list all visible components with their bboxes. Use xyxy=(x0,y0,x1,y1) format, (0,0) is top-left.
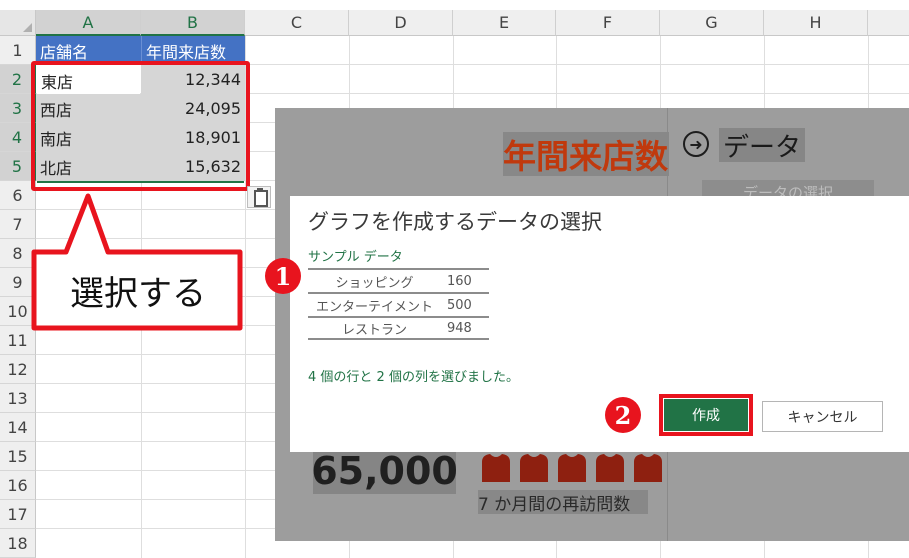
person-icon xyxy=(630,452,666,482)
person-icon xyxy=(554,452,590,482)
column-header-c[interactable]: C xyxy=(245,10,349,36)
sample-row-value: 948 xyxy=(447,320,472,336)
sample-row-label: レストラン xyxy=(341,322,407,338)
row-header-9[interactable]: 9 xyxy=(0,268,36,297)
selection-border xyxy=(37,181,244,183)
quick-analysis-icon[interactable] xyxy=(247,186,271,208)
step-1-marker: 1 xyxy=(265,258,301,294)
sample-row-label: エンターテイメント xyxy=(315,299,433,315)
sample-row: レストラン 948 xyxy=(308,316,489,340)
person-icon xyxy=(478,452,514,482)
column-header-a[interactable]: A xyxy=(36,10,141,36)
big-number: 65,000 xyxy=(311,448,458,494)
step-2-marker: 2 xyxy=(605,397,641,433)
row-header-14[interactable]: 14 xyxy=(0,413,36,442)
column-header-g[interactable]: G xyxy=(660,10,764,36)
column-header-e[interactable]: E xyxy=(453,10,556,36)
selection-highlight xyxy=(31,61,250,191)
dialog-title: グラフを作成するデータの選択 xyxy=(308,210,602,234)
row-header-10[interactable]: 10 xyxy=(0,297,36,326)
arrow-right-icon[interactable]: ➜ xyxy=(683,131,709,157)
sample-data-table: ショッピング 160 エンターテイメント 500 レストラン 948 xyxy=(308,268,489,340)
sample-data-label: サンプル データ xyxy=(308,250,403,265)
data-link[interactable]: データ xyxy=(719,128,806,163)
sample-row: エンターテイメント 500 xyxy=(308,292,489,316)
panel-caption: 7 か月間の再訪問数 xyxy=(478,490,648,514)
sample-row-value: 500 xyxy=(447,297,472,313)
row-header-18[interactable]: 18 xyxy=(0,529,36,558)
row-header-1[interactable]: 1 xyxy=(0,36,36,65)
column-header-i[interactable] xyxy=(868,10,909,36)
person-icon xyxy=(592,452,628,482)
row-header-17[interactable]: 17 xyxy=(0,500,36,529)
select-all-corner[interactable] xyxy=(0,10,36,36)
create-button[interactable]: 作成 xyxy=(664,399,748,431)
column-header-f[interactable]: F xyxy=(556,10,660,36)
panel-title: 年間来店数 xyxy=(503,132,669,176)
sample-row: ショッピング 160 xyxy=(308,268,489,292)
column-header-h[interactable]: H xyxy=(764,10,868,36)
person-icon xyxy=(516,452,552,482)
column-header-b[interactable]: B xyxy=(141,10,245,36)
row-header-8[interactable]: 8 xyxy=(0,239,36,268)
row-header-13[interactable]: 13 xyxy=(0,384,36,413)
selection-status: 4 個の行と 2 個の列を選びました。 xyxy=(308,370,519,385)
callout-text: 選択する xyxy=(70,273,206,314)
column-header-d[interactable]: D xyxy=(349,10,453,36)
row-header-15[interactable]: 15 xyxy=(0,442,36,471)
row-header-16[interactable]: 16 xyxy=(0,471,36,500)
sample-row-value: 160 xyxy=(447,273,472,289)
people-icons xyxy=(478,452,667,482)
row-header-12[interactable]: 12 xyxy=(0,355,36,384)
sample-row-label: ショッピング xyxy=(335,275,414,291)
row-header-7[interactable]: 7 xyxy=(0,210,36,239)
row-header-11[interactable]: 11 xyxy=(0,326,36,355)
cancel-button[interactable]: キャンセル xyxy=(762,401,883,432)
